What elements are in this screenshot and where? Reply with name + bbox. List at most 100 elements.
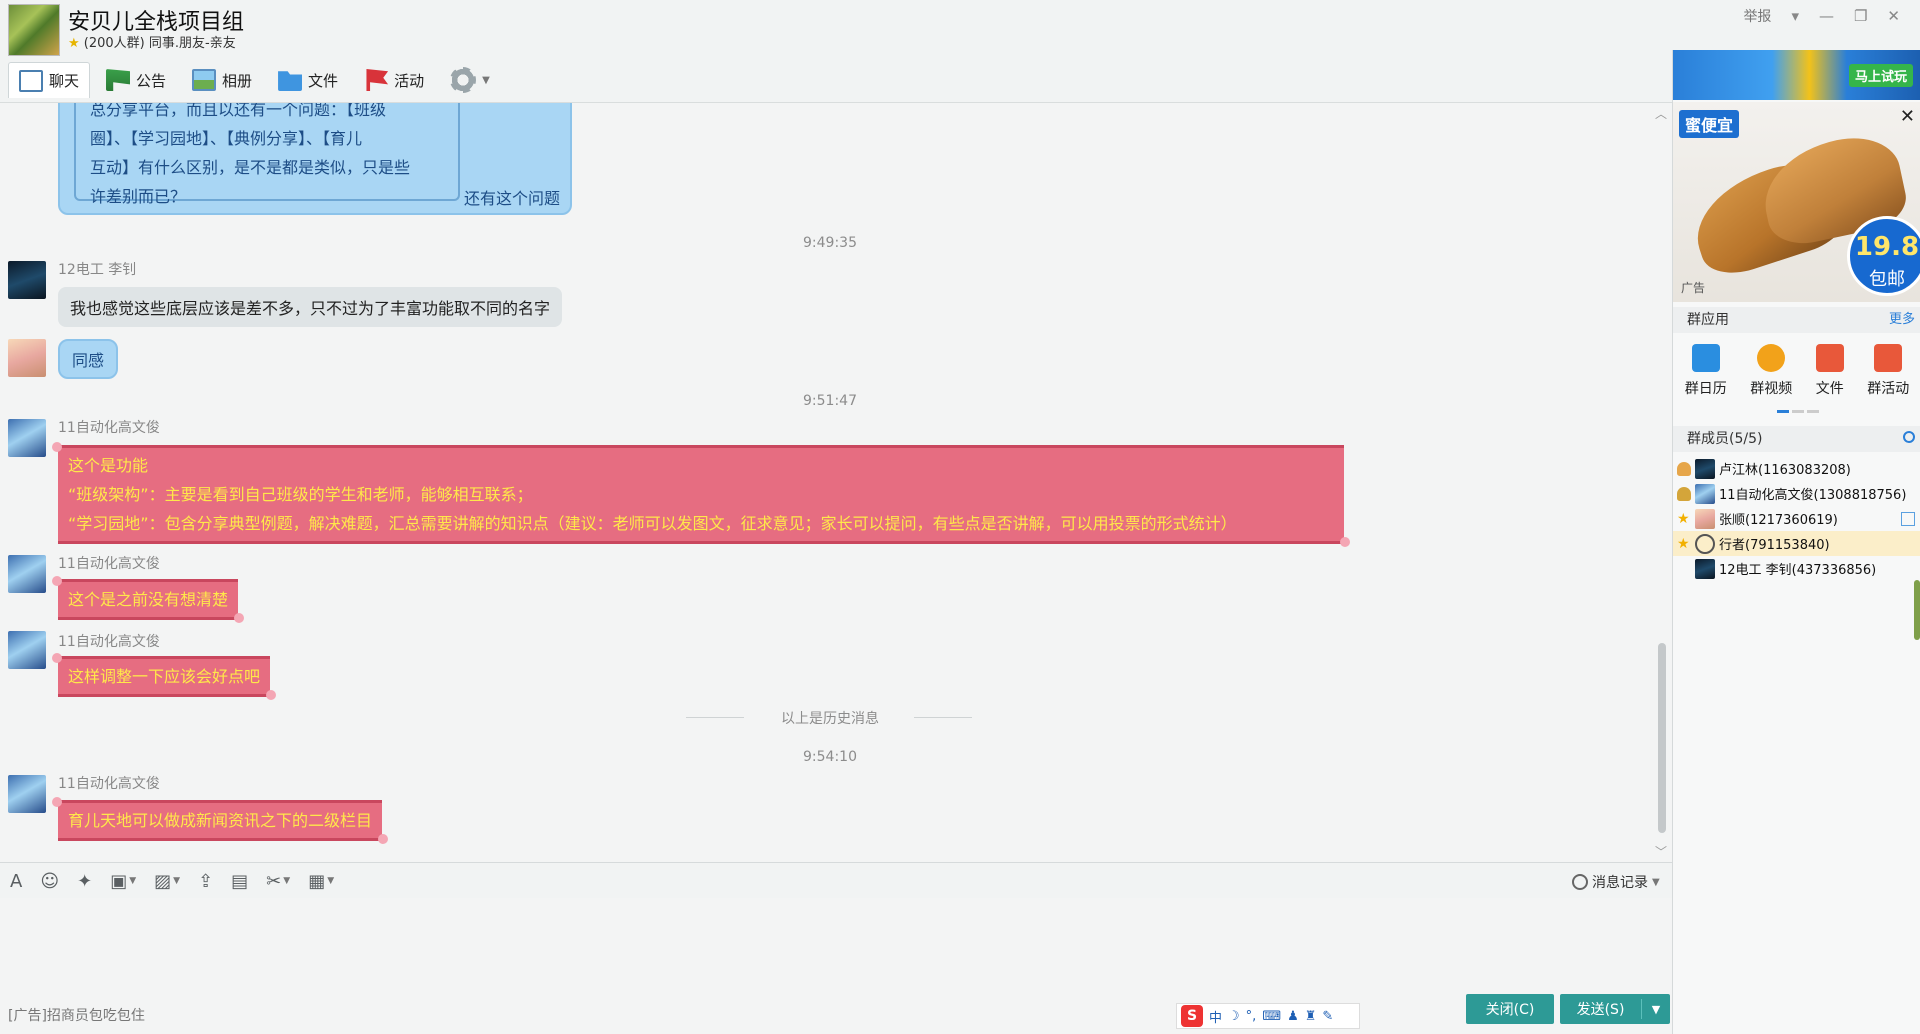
- message-input[interactable]: [0, 898, 1672, 1034]
- tab-file[interactable]: 文件: [268, 62, 348, 98]
- upload-icon[interactable]: ⇪: [198, 871, 213, 892]
- wrench-icon[interactable]: ✎: [1322, 1009, 1333, 1024]
- member-name: 张顺(1217360619): [1719, 513, 1838, 528]
- scroll-down-icon[interactable]: ﹀: [1655, 843, 1667, 860]
- avatar: [1695, 558, 1715, 579]
- tab-chat[interactable]: 聊天: [8, 62, 91, 98]
- image-button[interactable]: ▨ ▼: [154, 871, 180, 892]
- history-label: 消息记录: [1592, 875, 1648, 891]
- message-bubble: 同感: [58, 339, 119, 379]
- search-icon[interactable]: [1903, 431, 1915, 443]
- chat-icon: [19, 69, 43, 92]
- page-dot[interactable]: [1807, 410, 1819, 413]
- sogou-logo-icon: S: [1181, 1005, 1203, 1027]
- close-button[interactable]: 关闭(C): [1466, 994, 1554, 1024]
- price: 19.8: [1854, 232, 1920, 262]
- moon-icon[interactable]: ☽: [1228, 1009, 1240, 1024]
- user-icon[interactable]: ♟: [1287, 1009, 1299, 1024]
- member-name: 卢江林(1163083208): [1719, 463, 1851, 478]
- group-info: (200人群) 同事.朋友-亲友: [83, 36, 236, 51]
- avatar[interactable]: [8, 261, 46, 299]
- side-handle[interactable]: [1914, 580, 1920, 640]
- restore-icon[interactable]: ❐: [1854, 7, 1867, 25]
- member-name: 行者(791153840): [1719, 538, 1830, 553]
- minimize-icon[interactable]: —: [1819, 7, 1834, 25]
- member-item[interactable]: 卢江林(1163083208): [1673, 456, 1920, 481]
- avatar[interactable]: [8, 555, 46, 593]
- keyboard-icon[interactable]: ⌨: [1262, 1009, 1281, 1024]
- tab-label: 聊天: [49, 72, 80, 90]
- gift-shop-button[interactable]: ▣ ▼: [110, 871, 136, 892]
- chat-history[interactable]: ︿ 总分享平台，而且以还有一个问题：【班级 圈】、【学习园地】、【典例分享】、【…: [0, 102, 1672, 862]
- emoji-icon[interactable]: ☺: [40, 871, 59, 892]
- font-icon[interactable]: A: [10, 871, 22, 892]
- sender-name[interactable]: 11自动化高文俊: [58, 553, 160, 573]
- ad-link[interactable]: [广告]招商员包吃包住: [8, 1005, 145, 1025]
- shoe-ad-banner[interactable]: 蜜便宜 ✕ 19.8 包邮 广告: [1673, 102, 1920, 302]
- group-avatar[interactable]: [8, 4, 60, 56]
- game-ad-banner[interactable]: 马上试玩: [1673, 50, 1920, 100]
- album-icon: [192, 69, 217, 91]
- timestamp: 9:54:10: [803, 749, 857, 765]
- bubble-decoration: [378, 834, 389, 844]
- close-icon[interactable]: ✕: [1900, 106, 1915, 127]
- message-history-button[interactable]: 消息记录 ▼: [1572, 872, 1660, 892]
- app-file[interactable]: 文件: [1815, 344, 1844, 404]
- send-label[interactable]: 发送(S): [1560, 999, 1642, 1019]
- ime-mode[interactable]: 中: [1209, 1007, 1222, 1026]
- tab-album[interactable]: 相册: [182, 62, 262, 98]
- chat-scrollbar[interactable]: [1658, 643, 1666, 833]
- app-calendar[interactable]: 群日历: [1685, 344, 1727, 404]
- screenshot-button[interactable]: ✂ ▼: [266, 871, 290, 892]
- app-video[interactable]: 群视频: [1750, 344, 1792, 404]
- send-button[interactable]: 发送(S) ▼: [1560, 994, 1670, 1024]
- skin-icon[interactable]: ♜: [1305, 1009, 1317, 1024]
- bubble-decoration: [52, 797, 62, 807]
- edit-icon[interactable]: [1901, 512, 1915, 526]
- message-text: 这样调整一下应该会好点吧: [68, 667, 261, 686]
- clock-icon: [1572, 874, 1588, 890]
- avatar[interactable]: [8, 339, 46, 377]
- free-shipping: 包邮: [1869, 269, 1905, 290]
- member-item[interactable]: ★ 张顺(1217360619): [1673, 506, 1920, 531]
- report-button[interactable]: 举报: [1743, 6, 1771, 26]
- tab-activity[interactable]: 活动: [354, 62, 434, 98]
- image-icon: ▨: [154, 870, 172, 892]
- chevron-down-icon: ▼: [327, 876, 335, 886]
- page-dot[interactable]: [1777, 410, 1789, 413]
- punctuation-icon[interactable]: °,: [1246, 1009, 1257, 1024]
- member-item[interactable]: 11自动化高文俊(1308818756): [1673, 481, 1920, 506]
- sender-name[interactable]: 11自动化高文俊: [58, 417, 160, 437]
- scroll-up-icon[interactable]: ︿: [1655, 105, 1667, 122]
- divider-line: [914, 717, 972, 718]
- avatar[interactable]: [8, 631, 46, 669]
- more-tools-button[interactable]: ▦ ▼: [308, 871, 334, 892]
- message-bubble: 这样调整一下应该会好点吧: [52, 653, 277, 700]
- quote-line: 圈】、【学习园地】、【典例分享】、【育儿: [90, 129, 363, 148]
- member-item[interactable]: 12电工 李钊(437336856): [1673, 556, 1920, 581]
- sender-name[interactable]: 12电工 李钊: [58, 259, 136, 279]
- sender-name[interactable]: 11自动化高文俊: [58, 631, 160, 651]
- sender-name[interactable]: 11自动化高文俊: [58, 773, 160, 793]
- avatar[interactable]: [8, 775, 46, 813]
- ad-label: 广告: [1681, 281, 1706, 295]
- more-link[interactable]: 更多: [1889, 307, 1915, 333]
- page-dot[interactable]: [1792, 410, 1804, 413]
- gift-icon[interactable]: ▤: [231, 871, 248, 892]
- close-icon[interactable]: ✕: [1887, 7, 1900, 25]
- activity-flag-icon: [366, 69, 389, 91]
- ime-toolbar[interactable]: S 中 ☽ °, ⌨ ♟ ♜ ✎: [1176, 1003, 1360, 1029]
- member-list: 卢江林(1163083208) 11自动化高文俊(1308818756) ★ 张…: [1673, 456, 1920, 581]
- member-name: 11自动化高文俊(1308818756): [1719, 488, 1907, 503]
- settings-button[interactable]: ▼: [440, 62, 500, 98]
- member-item[interactable]: ★ 行者(791153840): [1673, 531, 1920, 556]
- chevron-down-icon[interactable]: ▾: [1791, 7, 1799, 25]
- try-now-button[interactable]: 马上试玩: [1848, 64, 1913, 87]
- poke-icon[interactable]: ✦: [77, 871, 92, 892]
- more-icon: ▦: [308, 870, 326, 892]
- avatar[interactable]: [8, 419, 46, 457]
- chevron-down-icon[interactable]: ▼: [1642, 1003, 1670, 1016]
- tab-notice[interactable]: 公告: [96, 62, 176, 98]
- quote-line: 总分享平台，而且以还有一个问题：【班级: [90, 102, 387, 119]
- app-activity[interactable]: 群活动: [1867, 344, 1909, 404]
